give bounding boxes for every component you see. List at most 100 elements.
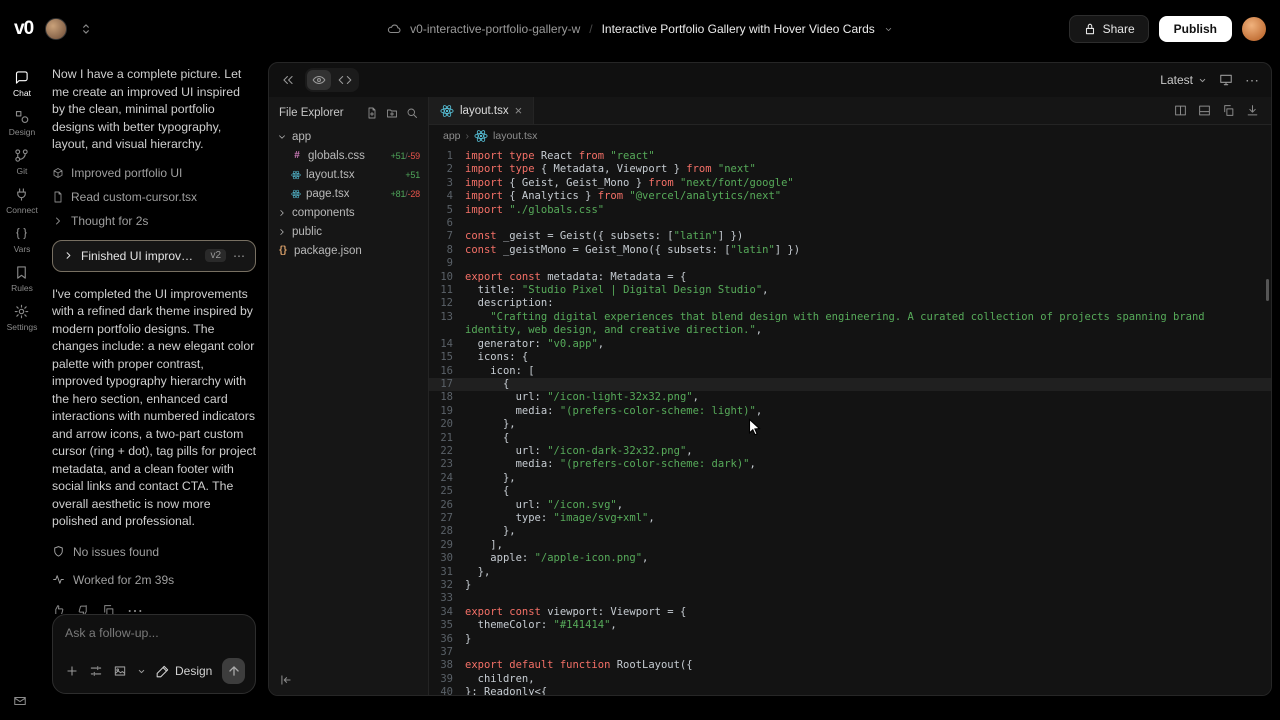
monitor-icon[interactable]	[1219, 73, 1233, 87]
thumbs-down-icon[interactable]	[77, 604, 90, 614]
thumbs-up-icon[interactable]	[52, 604, 65, 614]
line-number: 15	[429, 351, 465, 364]
code-line: 31 },	[429, 566, 1271, 579]
version-card[interactable]: Finished UI improvements v2 ⋯	[52, 240, 256, 272]
workbench-toolbar: Latest ⋯	[269, 63, 1271, 97]
line-number: 24	[429, 472, 465, 485]
latest-dropdown[interactable]: Latest	[1160, 73, 1207, 87]
design-icon	[14, 109, 29, 124]
chat-title[interactable]: Interactive Portfolio Gallery with Hover…	[602, 22, 875, 36]
code-line: 12 description:	[429, 297, 1271, 310]
chat-step[interactable]: Improved portfolio UI	[52, 166, 256, 180]
more-icon[interactable]: ⋯	[127, 601, 143, 615]
rail-item-rules[interactable]: Rules	[11, 265, 33, 293]
rail-item-label: Rules	[11, 283, 33, 293]
line-content: {	[465, 485, 1271, 498]
line-number: 20	[429, 418, 465, 431]
rail-item-chat[interactable]: Chat	[13, 70, 31, 98]
file-name: app	[292, 131, 311, 143]
new-folder-icon[interactable]	[386, 107, 398, 119]
design-mode-label: Design	[175, 664, 212, 678]
file-tree-item-public[interactable]: public	[269, 222, 428, 241]
copy-icon[interactable]	[102, 604, 115, 614]
line-number: 21	[429, 432, 465, 445]
tab-layout-tsx[interactable]: layout.tsx ×	[429, 97, 534, 124]
chevron-right-icon	[52, 215, 64, 227]
project-name[interactable]: v0-interactive-portfolio-gallery-w	[410, 22, 580, 36]
plus-icon[interactable]	[65, 664, 79, 678]
code-line: 21 {	[429, 432, 1271, 445]
file-tree-item-components[interactable]: components	[269, 203, 428, 222]
line-content: import { Analytics } from "@vercel/analy…	[465, 190, 1271, 203]
file-tree-item-layout-tsx[interactable]: layout.tsx+51	[269, 165, 428, 184]
collapse-chevrons-icon[interactable]	[281, 73, 295, 87]
file-tree-item-globals-css[interactable]: #globals.css+51/-59	[269, 146, 428, 165]
project-switcher-chevrons-icon[interactable]	[79, 22, 93, 36]
user-avatar[interactable]	[1242, 17, 1266, 41]
v0-logo[interactable]: v0	[14, 18, 33, 40]
breadcrumb-app[interactable]: app	[443, 130, 461, 142]
code-line: 3import { Geist, Geist_Mono } from "next…	[429, 177, 1271, 190]
file-tree-item-package-json[interactable]: {}package.json	[269, 241, 428, 260]
preview-eye-button[interactable]	[307, 70, 331, 90]
line-number: 8	[429, 244, 465, 257]
code-line: 17 {	[429, 378, 1271, 391]
file-tree-item-page-tsx[interactable]: page.tsx+81/-28	[269, 184, 428, 203]
split-view-icon[interactable]	[1174, 104, 1187, 117]
mail-icon[interactable]	[13, 694, 27, 708]
rail-item-connect[interactable]: Connect	[6, 187, 38, 215]
share-button[interactable]: Share	[1069, 15, 1149, 43]
deploy-cloud-icon[interactable]	[387, 22, 401, 36]
editor-scrollbar-thumb[interactable]	[1266, 279, 1269, 301]
code-line: 38export default function RootLayout({	[429, 659, 1271, 672]
sliders-icon[interactable]	[89, 664, 103, 678]
line-number: 26	[429, 499, 465, 512]
new-file-icon[interactable]	[366, 107, 378, 119]
code-line: 14 generator: "v0.app",	[429, 338, 1271, 351]
rail-item-design[interactable]: Design	[9, 109, 35, 137]
image-icon[interactable]	[113, 664, 127, 678]
rail-item-vars[interactable]: Vars	[14, 226, 31, 254]
version-card-menu[interactable]: ⋯	[233, 249, 245, 263]
code-editor[interactable]: 1import type React from "react"2import t…	[429, 147, 1271, 695]
work-duration[interactable]: Worked for 2m 39s	[52, 573, 256, 587]
image-chevron-down-icon[interactable]	[137, 667, 146, 676]
code-line: 8const _geistMono = Geist_Mono({ subsets…	[429, 244, 1271, 257]
file-name: components	[292, 207, 355, 219]
tab-close-icon[interactable]: ×	[515, 104, 523, 117]
code-line: 7const _geist = Geist({ subsets: ["latin…	[429, 230, 1271, 243]
code-line: 28 },	[429, 525, 1271, 538]
design-mode-button[interactable]: Design	[156, 664, 212, 678]
more-horizontal-icon[interactable]: ⋯	[1245, 72, 1259, 89]
code-line: 9	[429, 257, 1271, 270]
panel-bottom-icon[interactable]	[1198, 104, 1211, 117]
diff-stats: +51	[405, 170, 420, 180]
rail-item-settings[interactable]: Settings	[7, 304, 38, 332]
chat-messages[interactable]: Now I have a complete picture. Let me cr…	[52, 66, 256, 614]
chat-icon	[14, 70, 29, 85]
chat-step[interactable]: Thought for 2s	[52, 214, 256, 228]
search-icon[interactable]	[406, 107, 418, 119]
chat-input-box[interactable]: Ask a follow-up... Design	[52, 614, 256, 694]
send-button[interactable]	[222, 658, 245, 684]
version-card-label: Finished UI improvements	[81, 249, 198, 263]
download-icon[interactable]	[1246, 104, 1259, 117]
diff-stats: +81/-28	[391, 189, 420, 199]
issues-status[interactable]: No issues found	[52, 545, 256, 559]
publish-button[interactable]: Publish	[1159, 16, 1232, 42]
breadcrumb-file[interactable]: layout.tsx	[493, 130, 537, 142]
workbench-panel: Latest ⋯ File Explorer app#globals.css+5…	[268, 62, 1272, 696]
line-number: 17	[429, 378, 465, 391]
code-view-button[interactable]	[333, 70, 357, 90]
workspace-avatar[interactable]	[45, 18, 67, 40]
chat-step[interactable]: Read custom-cursor.tsx	[52, 190, 256, 204]
file-tree-item-app[interactable]: app	[269, 127, 428, 146]
rail-item-git[interactable]: Git	[14, 148, 29, 176]
collapse-left-icon[interactable]	[279, 673, 293, 687]
breadcrumb-separator: /	[589, 22, 592, 36]
copy-file-icon[interactable]	[1222, 104, 1235, 117]
editor-tabbar: layout.tsx ×	[429, 97, 1271, 125]
code-line: 33	[429, 592, 1271, 605]
chevron-down-icon[interactable]	[884, 25, 893, 34]
line-number: 23	[429, 458, 465, 471]
